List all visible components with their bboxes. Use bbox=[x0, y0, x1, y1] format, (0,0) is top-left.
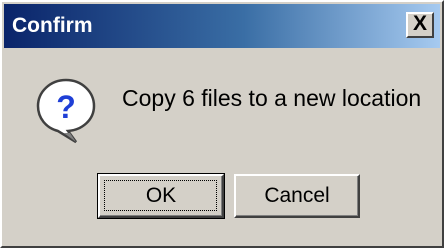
question-icon: ? bbox=[36, 78, 96, 144]
svg-text:?: ? bbox=[56, 89, 76, 125]
dialog-title: Confirm bbox=[12, 14, 93, 37]
focus-rectangle bbox=[104, 180, 217, 211]
cancel-button-label: Cancel bbox=[264, 184, 330, 207]
close-icon: X bbox=[412, 12, 427, 35]
confirm-message: Copy 6 files to a new location bbox=[122, 85, 422, 111]
ok-button[interactable]: OK bbox=[97, 173, 225, 219]
cancel-button[interactable]: Cancel bbox=[234, 174, 360, 218]
title-bar[interactable]: Confirm X bbox=[4, 4, 440, 48]
confirm-dialog: Confirm X ? Copy 6 files to a new locati… bbox=[0, 0, 444, 248]
close-button[interactable]: X bbox=[406, 12, 434, 38]
